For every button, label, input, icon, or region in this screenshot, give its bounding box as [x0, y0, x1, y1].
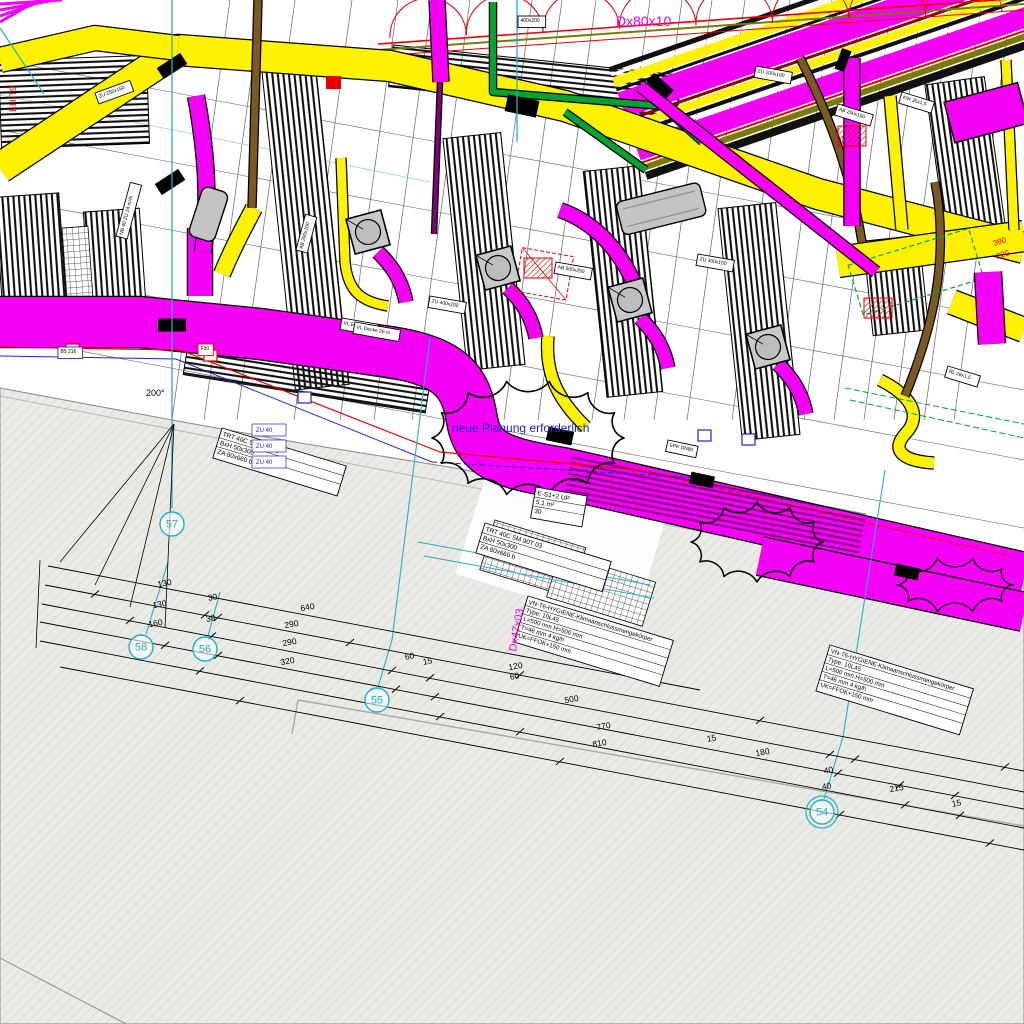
blue-mini-text: ZU 40 — [256, 428, 273, 434]
small-label: 400x200 — [518, 16, 546, 28]
service-component-symbol — [742, 434, 755, 445]
revision-note: neue Planung erforderlich — [452, 421, 589, 435]
grid-bubble-label: 55 — [371, 695, 383, 707]
grid-bubble-label: 58 — [135, 642, 147, 654]
blue-mini-text: ZU 40 — [256, 444, 273, 450]
small-label-line: F30 — [201, 346, 210, 352]
red-hatched-box — [864, 298, 892, 318]
red-marker-square — [326, 76, 341, 89]
grid-bubble-label: 56 — [199, 644, 211, 656]
grid-bubble-label: 54 — [816, 807, 828, 819]
hvac-plan-svg: 1306401302901602903203030601512060500770… — [0, 0, 1024, 1024]
blue-mini-text: ZU 40 — [256, 460, 273, 466]
duct-size-label: Dx80x10 — [616, 13, 671, 29]
red-hatched-box — [524, 258, 552, 278]
cad-drawing-canvas: 1306401302901602903203030601512060500770… — [0, 0, 1024, 1024]
magenta-riser-topcenter — [437, 0, 441, 82]
angle-label: 200° — [146, 388, 165, 398]
magenta-right-stub — [988, 272, 992, 344]
small-label-line: 400x200 — [521, 18, 540, 24]
riser-tag: EH-T9 — [8, 86, 18, 112]
service-component-symbol — [298, 392, 311, 403]
small-label-line: B5 216 — [61, 349, 77, 355]
grid-bubble-label: 57 — [166, 519, 178, 531]
small-label: F30 — [198, 344, 213, 356]
service-component-symbol — [698, 430, 711, 441]
small-label: B5 216 — [58, 347, 83, 359]
red-hatched-box — [838, 126, 866, 146]
